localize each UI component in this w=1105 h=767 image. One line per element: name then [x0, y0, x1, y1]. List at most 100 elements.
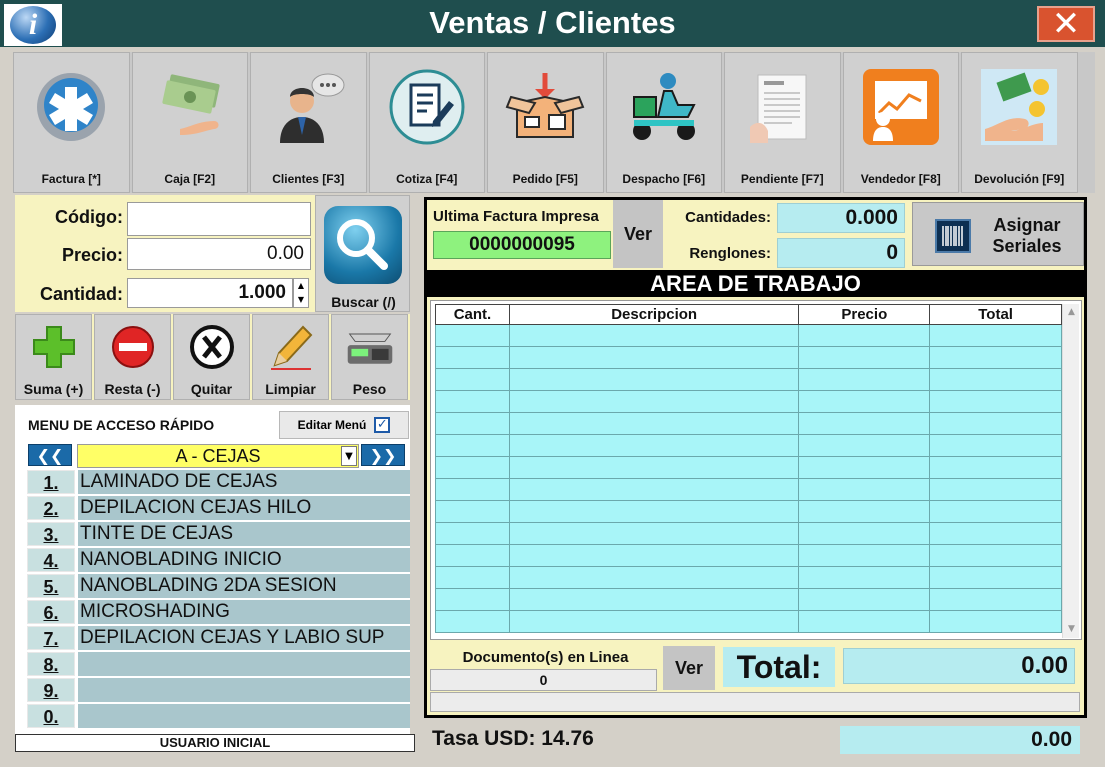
- table-cell[interactable]: [508, 544, 800, 567]
- table-cell[interactable]: [435, 500, 510, 523]
- table-cell[interactable]: [798, 566, 931, 589]
- table-cell[interactable]: [798, 522, 931, 545]
- item-number[interactable]: 6.: [27, 600, 75, 624]
- table-cell[interactable]: [929, 324, 1062, 347]
- suma-button[interactable]: Suma (+): [15, 314, 92, 400]
- table-row[interactable]: [435, 324, 1062, 347]
- table-cell[interactable]: [435, 588, 510, 611]
- assign-serials-button[interactable]: Asignar Seriales: [912, 202, 1084, 266]
- table-row[interactable]: [435, 368, 1062, 391]
- table-cell[interactable]: [508, 478, 800, 501]
- item-number[interactable]: 1.: [27, 470, 75, 494]
- table-row[interactable]: [435, 588, 1062, 611]
- item-number[interactable]: 2.: [27, 496, 75, 520]
- table-row[interactable]: [435, 500, 1062, 523]
- table-cell[interactable]: [508, 390, 800, 413]
- quitar-button[interactable]: Quitar: [173, 314, 250, 400]
- peso-button[interactable]: Peso: [331, 314, 408, 400]
- edit-menu-toggle[interactable]: Editar Menú ✓: [279, 411, 409, 439]
- table-cell[interactable]: [435, 390, 510, 413]
- column-header-cant[interactable]: Cant.: [435, 304, 510, 325]
- table-row[interactable]: [435, 456, 1062, 479]
- table-cell[interactable]: [435, 522, 510, 545]
- table-cell[interactable]: [508, 566, 800, 589]
- clientes-button[interactable]: Clientes [F3]: [250, 52, 367, 193]
- item-number[interactable]: 8.: [27, 652, 75, 676]
- table-cell[interactable]: [508, 610, 800, 633]
- category-select[interactable]: A - CEJAS: [77, 444, 359, 468]
- item-label[interactable]: DEPILACION CEJAS HILO: [78, 496, 410, 520]
- quick-menu-item[interactable]: 7. DEPILACION CEJAS Y LABIO SUP: [27, 626, 410, 650]
- table-row[interactable]: [435, 478, 1062, 501]
- table-cell[interactable]: [798, 368, 931, 391]
- quick-menu-item[interactable]: 2. DEPILACION CEJAS HILO: [27, 496, 410, 520]
- resta-button[interactable]: Resta (-): [94, 314, 171, 400]
- item-label[interactable]: [78, 652, 410, 676]
- cotiza-button[interactable]: Cotiza [F4]: [368, 52, 485, 193]
- cantidad-input[interactable]: 1.000: [127, 278, 293, 308]
- table-row[interactable]: [435, 434, 1062, 457]
- table-cell[interactable]: [929, 456, 1062, 479]
- quick-menu-item[interactable]: 5. NANOBLADING 2DA SESION: [27, 574, 410, 598]
- table-cell[interactable]: [798, 588, 931, 611]
- caja-button[interactable]: Caja [F2]: [131, 52, 248, 193]
- table-cell[interactable]: [508, 368, 800, 391]
- item-number[interactable]: 9.: [27, 678, 75, 702]
- column-header-total[interactable]: Total: [929, 304, 1062, 325]
- table-cell[interactable]: [798, 412, 931, 435]
- item-label[interactable]: [78, 704, 410, 728]
- quick-menu-item[interactable]: 9.: [27, 678, 410, 702]
- table-row[interactable]: [435, 544, 1062, 567]
- table-cell[interactable]: [929, 500, 1062, 523]
- table-cell[interactable]: [929, 478, 1062, 501]
- scroll-down-icon[interactable]: ▼: [1063, 621, 1080, 638]
- chevron-down-icon[interactable]: ▼: [341, 446, 357, 466]
- pendiente-button[interactable]: Pendiente [F7]: [724, 52, 841, 193]
- table-cell[interactable]: [435, 412, 510, 435]
- column-header-descripcion[interactable]: Descripcion: [508, 304, 800, 325]
- table-cell[interactable]: [798, 478, 931, 501]
- table-cell[interactable]: [435, 478, 510, 501]
- table-row[interactable]: [435, 346, 1062, 369]
- table-cell[interactable]: [435, 566, 510, 589]
- devolucion-button[interactable]: Devolución [F9]: [961, 52, 1078, 193]
- item-number[interactable]: 4.: [27, 548, 75, 572]
- table-cell[interactable]: [929, 566, 1062, 589]
- table-cell[interactable]: [929, 522, 1062, 545]
- table-cell[interactable]: [798, 346, 931, 369]
- item-number[interactable]: 7.: [27, 626, 75, 650]
- table-cell[interactable]: [798, 324, 931, 347]
- item-label[interactable]: TINTE DE CEJAS: [78, 522, 410, 546]
- table-cell[interactable]: [798, 390, 931, 413]
- item-number[interactable]: 3.: [27, 522, 75, 546]
- table-row[interactable]: [435, 566, 1062, 589]
- table-cell[interactable]: [798, 544, 931, 567]
- table-cell[interactable]: [435, 368, 510, 391]
- factura-button[interactable]: Factura [*]: [13, 52, 130, 193]
- item-label[interactable]: [78, 678, 410, 702]
- table-cell[interactable]: [508, 434, 800, 457]
- scroll-up-icon[interactable]: ▲: [1063, 304, 1080, 321]
- table-cell[interactable]: [929, 346, 1062, 369]
- table-cell[interactable]: [929, 588, 1062, 611]
- view-documents-button[interactable]: Ver: [663, 646, 715, 690]
- quick-menu-item[interactable]: 3. TINTE DE CEJAS: [27, 522, 410, 546]
- item-label[interactable]: MICROSHADING: [78, 600, 410, 624]
- checkbox-checked-icon[interactable]: ✓: [374, 417, 391, 433]
- view-invoice-button[interactable]: Ver: [613, 200, 663, 268]
- precio-input[interactable]: 0.00: [127, 238, 311, 270]
- vendedor-button[interactable]: Vendedor [F8]: [842, 52, 959, 193]
- table-cell[interactable]: [508, 346, 800, 369]
- table-cell[interactable]: [508, 588, 800, 611]
- table-cell[interactable]: [798, 456, 931, 479]
- table-cell[interactable]: [798, 434, 931, 457]
- table-row[interactable]: [435, 610, 1062, 633]
- next-category-button[interactable]: ❯❯: [361, 444, 405, 466]
- table-cell[interactable]: [435, 324, 510, 347]
- item-number[interactable]: 5.: [27, 574, 75, 598]
- table-cell[interactable]: [508, 522, 800, 545]
- quick-menu-item[interactable]: 1. LAMINADO DE CEJAS: [27, 470, 410, 494]
- pedido-button[interactable]: Pedido [F5]: [487, 52, 604, 193]
- table-cell[interactable]: [929, 610, 1062, 633]
- table-cell[interactable]: [508, 412, 800, 435]
